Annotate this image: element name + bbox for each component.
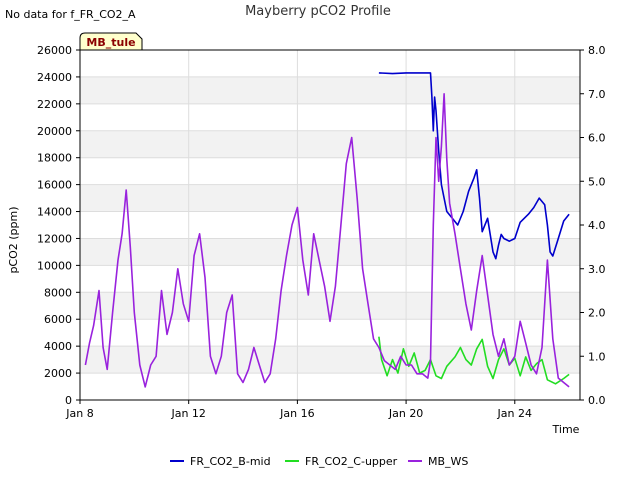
chart-svg: No data for f_FR_CO2_A Mayberry pCO2 Pro… <box>5 4 606 468</box>
y-axis-right-ticks: 0.0 1.0 2.0 3.0 4.0 5.0 6.0 7.0 8.0 <box>580 44 606 407</box>
legend-item: MB_WS <box>408 455 468 468</box>
y-right-tick-label: 3.0 <box>588 263 606 276</box>
no-data-note: No data for f_FR_CO2_A <box>5 8 136 21</box>
legend-label: FR_CO2_C-upper <box>305 455 398 468</box>
x-tick-label: Jan 16 <box>279 407 314 420</box>
y-tick-label: 26000 <box>37 44 72 57</box>
y-tick-label: 10000 <box>37 259 72 272</box>
y-right-tick-label: 6.0 <box>588 132 606 145</box>
x-axis-title: Time <box>552 423 580 436</box>
y-right-tick-label: 4.0 <box>588 219 606 232</box>
y-tick-label: 14000 <box>37 206 72 219</box>
x-tick-label: Jan 8 <box>65 407 93 420</box>
chart-root: No data for f_FR_CO2_A Mayberry pCO2 Pro… <box>0 0 640 480</box>
badge-label: MB_tule <box>86 36 135 49</box>
y-tick-label: 2000 <box>44 367 72 380</box>
y-right-tick-label: 5.0 <box>588 175 606 188</box>
y-axis-title: pCO2 (ppm) <box>7 206 20 273</box>
x-tick-label: Jan 24 <box>497 407 532 420</box>
x-tick-label: Jan 20 <box>388 407 423 420</box>
legend-item: FR_CO2_B-mid <box>170 455 271 468</box>
plot-band <box>80 292 580 320</box>
chart-title: Mayberry pCO2 Profile <box>245 4 391 19</box>
plot-band <box>80 238 580 266</box>
y-tick-label: 22000 <box>37 98 72 111</box>
y-right-tick-label: 2.0 <box>588 307 606 320</box>
y-tick-label: 16000 <box>37 179 72 192</box>
legend: FR_CO2_B-mid FR_CO2_C-upper MB_WS <box>170 455 468 468</box>
y-tick-label: 20000 <box>37 125 72 138</box>
legend-label: MB_WS <box>428 455 468 468</box>
y-tick-label: 0 <box>65 394 72 407</box>
y-axis-ticks: 0 2000 4000 6000 8000 10000 12000 14000 16000 180… <box>37 44 80 407</box>
plot-band <box>80 130 580 158</box>
y-right-tick-label: 0.0 <box>588 394 606 407</box>
legend-item: FR_CO2_C-upper <box>285 455 398 468</box>
x-axis-ticks: Jan 8 Jan 12 Jan 16 Jan 20 Jan 24 <box>65 400 532 420</box>
x-tick-label: Jan 12 <box>170 407 205 420</box>
site-badge: MB_tule <box>79 32 143 51</box>
y-tick-label: 24000 <box>37 71 72 84</box>
legend-label: FR_CO2_B-mid <box>190 455 271 468</box>
y-tick-label: 12000 <box>37 232 72 245</box>
y-right-tick-label: 7.0 <box>588 88 606 101</box>
plot-band <box>80 76 580 104</box>
plot-band <box>80 184 580 212</box>
y-tick-label: 4000 <box>44 340 72 353</box>
y-tick-label: 18000 <box>37 152 72 165</box>
y-right-tick-label: 8.0 <box>588 44 606 57</box>
y-tick-label: 6000 <box>44 313 72 326</box>
y-right-tick-label: 1.0 <box>588 350 606 363</box>
y-tick-label: 8000 <box>44 286 72 299</box>
